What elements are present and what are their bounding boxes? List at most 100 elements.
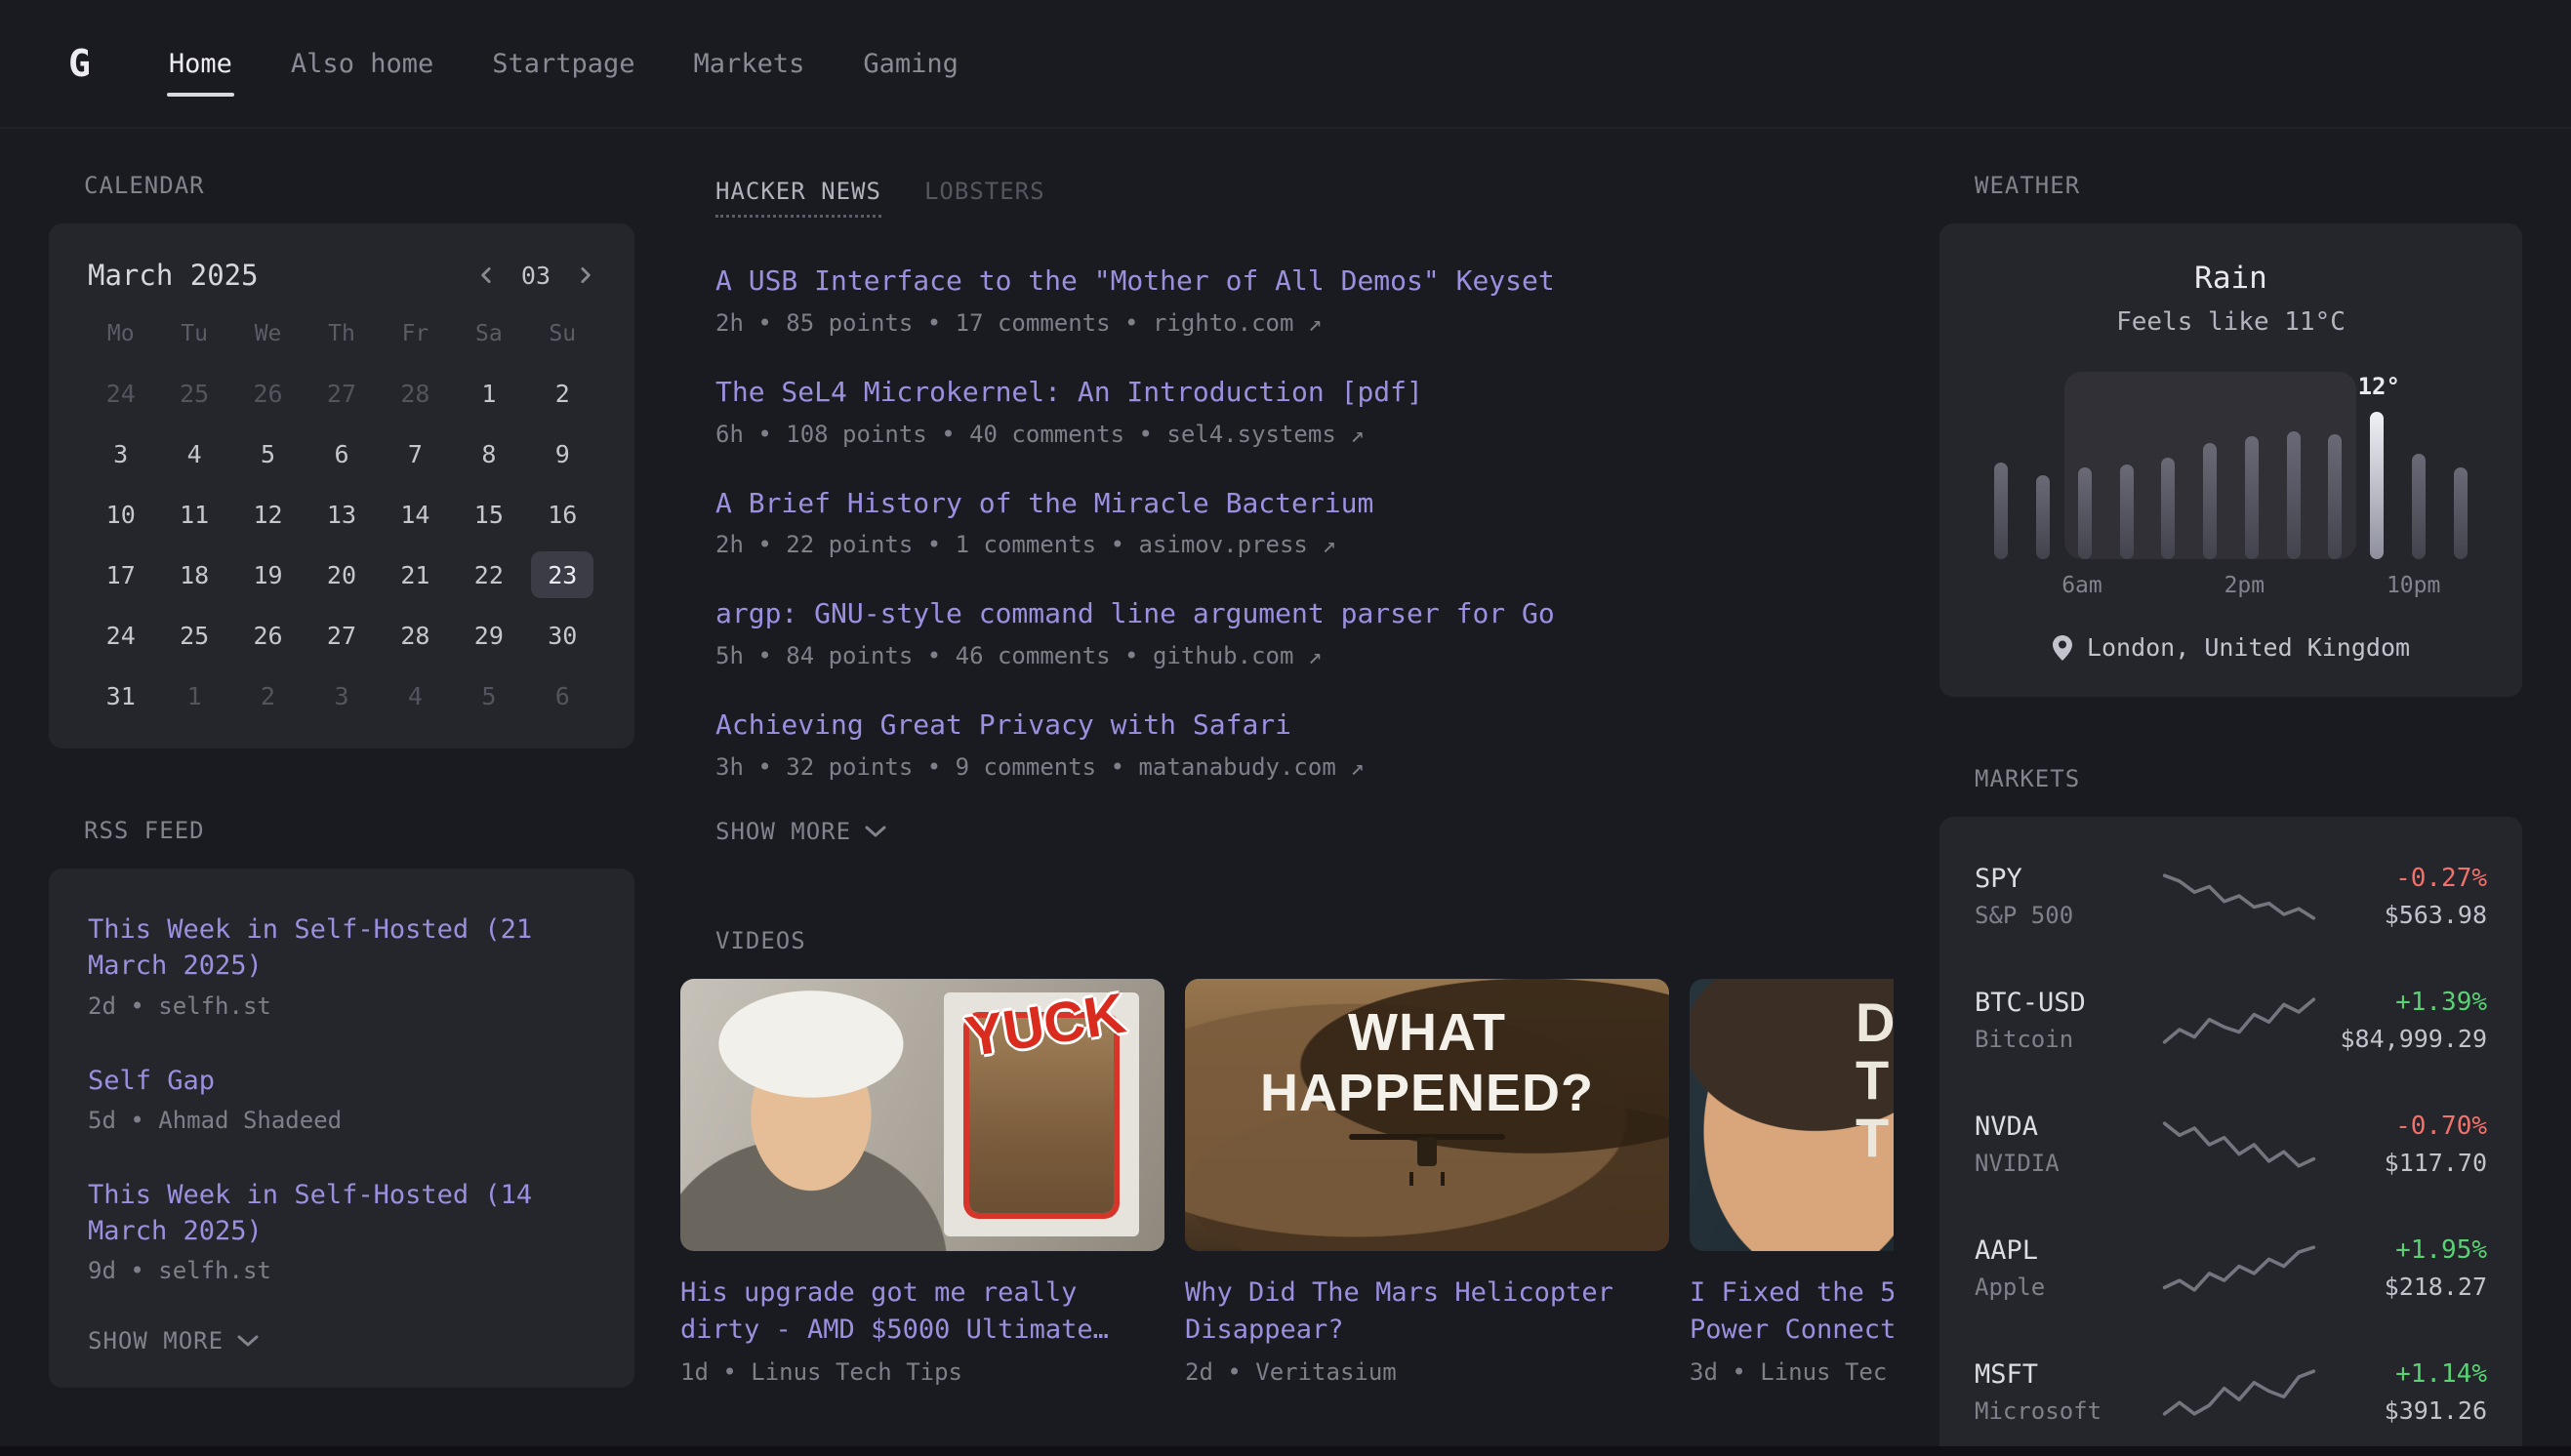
weather-bar-slot: [1980, 384, 2022, 559]
rss-show-more-button[interactable]: SHOW MORE: [88, 1327, 595, 1355]
video-title-line: Why Did The Mars Helicopter: [1185, 1274, 1669, 1312]
calendar-weekday: Tu: [157, 311, 230, 360]
app-logo[interactable]: G: [55, 32, 104, 95]
calendar-day: 28: [379, 366, 452, 421]
news-tab-lobsters[interactable]: LOBSTERS: [924, 178, 1045, 218]
calendar-day: 26: [231, 608, 305, 663]
market-row-spy[interactable]: SPYS&P 500-0.27%$563.98: [1975, 834, 2487, 958]
video-title-line: Disappear?: [1185, 1312, 1669, 1349]
story-title[interactable]: The SeL4 Microkernel: An Introduction [p…: [715, 374, 1894, 411]
weather-bar: [2454, 467, 2468, 559]
chevron-down-icon: [237, 1334, 259, 1348]
video-thumbnail[interactable]: DO T T: [1690, 979, 1894, 1251]
nav-tab-also-home[interactable]: Also home: [289, 35, 435, 93]
video-thumbnail[interactable]: YUCK: [680, 979, 1164, 1251]
story-title[interactable]: A Brief History of the Miracle Bacterium: [715, 485, 1894, 522]
weather-temperature-chart: 12°: [1980, 384, 2481, 559]
calendar-weekday: Mo: [84, 311, 157, 360]
video-title-line: Power Connect: [1690, 1312, 1894, 1349]
calendar-card: March 2025 03 MoTuWeThFrSaSu242526272812…: [49, 223, 634, 748]
calendar-day: 15: [452, 487, 525, 542]
weather-bar-slot: [2231, 384, 2273, 559]
story-source-link[interactable]: asimov.press ↗: [1138, 531, 1335, 558]
news-tabs: HACKER NEWS LOBSTERS: [715, 178, 1894, 218]
nav-tab-markets[interactable]: Markets: [692, 35, 807, 93]
market-row-btc-usd[interactable]: BTC-USDBitcoin+1.39%$84,999.29: [1975, 958, 2487, 1082]
calendar-controls: 03: [476, 262, 595, 290]
calendar-day: 31: [84, 668, 157, 723]
market-row-msft[interactable]: MSFTMicrosoft+1.14%$391.26: [1975, 1330, 2487, 1454]
video-card[interactable]: YUCK His upgrade got me reallydirty - AMD…: [680, 979, 1164, 1386]
weather-bar: [2120, 465, 2134, 559]
nav-tabs: Home Also home Startpage Markets Gaming: [167, 35, 960, 93]
calendar-day: 19: [231, 547, 305, 602]
nav-tab-home[interactable]: Home: [167, 35, 234, 93]
video-thumbnail[interactable]: WHAT HAPPENED?: [1185, 979, 1669, 1251]
video-card[interactable]: WHAT HAPPENED? Why Did The Mars Helicopte…: [1185, 979, 1669, 1386]
video-title-line: I Fixed the 5: [1690, 1274, 1894, 1312]
news-tab-hacker-news[interactable]: HACKER NEWS: [715, 178, 881, 218]
calendar-day: 3: [305, 668, 378, 723]
video-title[interactable]: Why Did The Mars HelicopterDisappear?: [1185, 1274, 1669, 1349]
market-name: Apple: [1975, 1274, 2156, 1301]
market-quote-block: +1.14%$391.26: [2322, 1359, 2487, 1425]
nav-tab-startpage[interactable]: Startpage: [490, 35, 636, 93]
market-quote-block: -0.70%$117.70: [2322, 1112, 2487, 1177]
weather-bar-slot: [2272, 384, 2314, 559]
story-title[interactable]: argp: GNU-style command line argument pa…: [715, 595, 1894, 632]
markets-card: SPYS&P 500-0.27%$563.98BTC-USDBitcoin+1.…: [1939, 817, 2522, 1456]
market-symbol-block: NVDANVIDIA: [1975, 1112, 2156, 1177]
calendar-day: 9: [526, 426, 599, 481]
news-story: Achieving Great Privacy with Safari3h • …: [715, 707, 1894, 781]
story-title[interactable]: A USB Interface to the "Mother of All De…: [715, 263, 1894, 300]
rss-item-title[interactable]: This Week in Self-Hosted (21 March 2025): [88, 911, 595, 985]
calendar-day: 24: [84, 366, 157, 421]
story-meta: 2h • 85 points • 17 comments • righto.co…: [715, 309, 1894, 337]
videos-widget-title: VIDEOS: [715, 927, 1894, 954]
market-sparkline: [2156, 868, 2322, 926]
sparkline-chart: [2156, 1363, 2322, 1422]
video-title[interactable]: His upgrade got me reallydirty - AMD $50…: [680, 1274, 1164, 1349]
weather-bar-slot: 12°: [2356, 384, 2398, 559]
story-source-link[interactable]: matanabudy.com ↗: [1138, 753, 1364, 781]
calendar-day: 6: [526, 668, 599, 723]
location-pin-icon: [2052, 634, 2073, 662]
news-show-more-button[interactable]: SHOW MORE: [715, 818, 1894, 845]
market-name: NVIDIA: [1975, 1150, 2156, 1177]
story-title[interactable]: Achieving Great Privacy with Safari: [715, 707, 1894, 744]
story-source-link[interactable]: github.com ↗: [1153, 642, 1322, 669]
calendar-selected-day: 23: [531, 551, 593, 598]
calendar-day: 5: [231, 426, 305, 481]
calendar-next-icon[interactable]: [574, 264, 595, 286]
rss-item: This Week in Self-Hosted (21 March 2025)…: [88, 911, 595, 1020]
market-change: +1.95%: [2322, 1235, 2487, 1265]
weather-hour-label: [1980, 573, 2021, 598]
market-row-aapl[interactable]: AAPLApple+1.95%$218.27: [1975, 1206, 2487, 1330]
rss-list: This Week in Self-Hosted (21 March 2025)…: [88, 911, 595, 1284]
calendar-day: 25: [157, 608, 230, 663]
calendar-day: 27: [305, 366, 378, 421]
rss-item-title[interactable]: Self Gap: [88, 1063, 595, 1099]
rss-widget: RSS FEED This Week in Self-Hosted (21 Ma…: [49, 817, 634, 1388]
calendar-day: 25: [157, 366, 230, 421]
video-card[interactable]: DO T TI Fixed the 5Power Connect3d • Lin…: [1690, 979, 1894, 1386]
market-ticker: MSFT: [1975, 1359, 2156, 1390]
market-quote-block: +1.95%$218.27: [2322, 1235, 2487, 1301]
nav-tab-gaming[interactable]: Gaming: [861, 35, 960, 93]
markets-widget: MARKETS SPYS&P 500-0.27%$563.98BTC-USDBi…: [1939, 765, 2522, 1456]
weather-bar-slot: [2189, 384, 2231, 559]
rss-item-title[interactable]: This Week in Self-Hosted (14 March 2025): [88, 1177, 595, 1250]
market-row-nvda[interactable]: NVDANVIDIA -0.70%$117.70: [1975, 1082, 2487, 1206]
weather-bar-slot: [2147, 384, 2189, 559]
story-meta: 2h • 22 points • 1 comments • asimov.pre…: [715, 531, 1894, 558]
weather-bar: [2245, 436, 2259, 559]
weather-current-temp: 12°: [2358, 373, 2400, 400]
weather-bar: [2036, 475, 2050, 559]
calendar-prev-icon[interactable]: [476, 264, 498, 286]
weather-location-row: London, United Kingdom: [1979, 633, 2483, 662]
story-source-link[interactable]: sel4.systems ↗: [1166, 421, 1364, 448]
calendar-day: 12: [231, 487, 305, 542]
story-source-link[interactable]: righto.com ↗: [1153, 309, 1322, 337]
video-title[interactable]: I Fixed the 5Power Connect: [1690, 1274, 1894, 1349]
rss-show-more-label: SHOW MORE: [88, 1327, 224, 1355]
